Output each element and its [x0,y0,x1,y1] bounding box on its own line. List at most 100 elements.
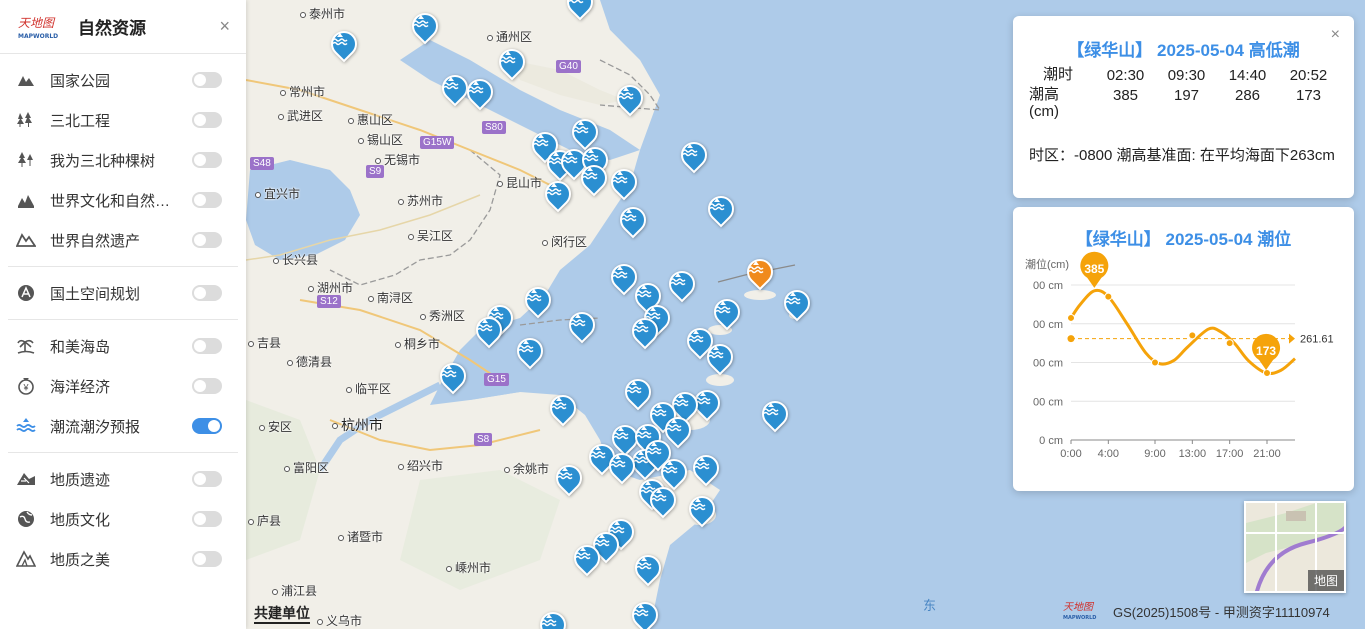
layer-item[interactable]: 地质文化 [8,499,238,539]
tide-station-marker[interactable] [470,311,508,351]
place-name: 昆山市 [506,176,543,190]
layer-toggle[interactable] [192,418,222,434]
tide-station-marker[interactable] [626,596,664,629]
tide-station-marker[interactable] [701,338,739,378]
layer-item[interactable]: 世界文化和自然… [8,180,238,220]
wave-icon [708,346,724,359]
tide-station-marker[interactable] [539,175,577,215]
tide-station-marker[interactable] [778,284,816,324]
place-dot [278,113,284,120]
layer-item[interactable]: 国家公园 [8,60,238,100]
tide-station-marker[interactable] [325,25,363,65]
tide-station-marker[interactable] [561,0,599,23]
layer-item[interactable]: 地质遗迹 [8,459,238,499]
tide-station-marker[interactable] [550,459,588,499]
tide-station-marker[interactable] [605,163,643,203]
place-label: 泰州市 [300,5,345,22]
tide-station-marker[interactable] [663,265,701,305]
layer-item[interactable]: 和美海岛 [8,326,238,366]
tide-station-marker[interactable] [461,73,499,113]
wave-icon [763,403,779,416]
place-dot [300,11,306,18]
place-name: 吴江区 [417,229,454,243]
tide-station-marker[interactable] [406,7,444,47]
layer-toggle[interactable] [192,192,222,208]
tide-station-marker[interactable] [511,332,549,372]
tide-station-marker[interactable] [544,389,582,429]
tide-station-marker[interactable] [629,549,667,589]
layer-item[interactable]: 地质之美 [8,539,238,579]
layer-toggle[interactable] [192,511,222,527]
tide-station-marker[interactable] [756,395,794,435]
layer-toggle[interactable] [192,232,222,248]
tide-station-marker[interactable] [568,539,606,579]
layer-item[interactable]: 世界自然遗产 [8,220,238,260]
place-label: 惠山区 [348,111,393,128]
place-label: 安区 [259,418,292,435]
layer-toggle[interactable] [192,285,222,301]
tide-station-marker[interactable] [603,447,641,487]
tide-station-marker[interactable] [626,312,664,352]
tide-station-marker[interactable] [644,481,682,521]
tide-station-marker[interactable] [702,190,740,230]
layer-label: 世界自然遗产 [50,232,141,250]
place-label: 庐县 [248,512,281,529]
tide-station-marker[interactable] [534,606,572,629]
layer-item[interactable]: ¥ 海洋经济 [8,366,238,406]
place-label: 昆山市 [497,174,542,191]
tide-station-marker[interactable] [683,490,721,530]
tide-station-marker[interactable] [619,373,657,413]
x-tick-label: 0:00 [1060,448,1081,460]
layer-item[interactable]: 潮流潮汐预报 [8,406,238,446]
tide-station-marker-active[interactable] [741,253,779,293]
place-label: 锡山区 [358,131,403,148]
layer-toggle[interactable] [192,551,222,567]
tide-height-header: 潮高 (cm) [1029,86,1060,120]
tide-station-marker[interactable] [605,258,643,298]
place-dot [368,295,374,302]
place-name: 南浔区 [377,291,414,305]
sidebar-close-button[interactable]: × [219,16,230,37]
layer-toggle[interactable] [192,152,222,168]
tide-station-marker[interactable] [708,293,746,333]
x-tick-label: 4:00 [1098,448,1119,460]
layer-item[interactable]: 国土空间规划 [8,273,238,313]
tide-station-marker[interactable] [436,69,474,109]
tide-panel-close-button[interactable]: × [1331,26,1340,44]
place-dot [272,588,278,595]
place-dot [259,424,265,431]
tide-station-marker[interactable] [434,357,472,397]
tide-station-marker[interactable] [493,43,531,83]
layer-toggle[interactable] [192,72,222,88]
tide-station-marker[interactable] [575,159,613,199]
place-name: 嵊州市 [455,561,492,575]
place-label: 诸暨市 [338,528,383,545]
partner-link[interactable]: 共建单位 [254,604,310,624]
layer-toggle[interactable] [192,471,222,487]
place-name: 常州市 [289,85,326,99]
tide-data-point [1188,331,1197,340]
geology-icon [16,469,36,489]
place-dot [542,239,548,246]
peak-label: 173 [1256,344,1276,358]
wave-icon [636,285,652,298]
tide-station-marker[interactable] [611,79,649,119]
svg-text:MAPWORLD: MAPWORLD [1063,615,1096,621]
layer-toggle[interactable] [192,378,222,394]
tide-station-marker[interactable] [519,281,557,321]
tide-station-marker[interactable] [563,306,601,346]
minimap-toggle[interactable]: 地图 [1244,501,1346,593]
tide-station-marker[interactable] [675,136,713,176]
place-name: 闵行区 [551,235,588,249]
tide-station-marker[interactable] [614,201,652,241]
tide-station-marker[interactable] [687,449,725,489]
wave-icon [633,604,649,617]
layer-item[interactable]: 三北工程 [8,100,238,140]
place-name: 浦江县 [281,584,318,598]
mean-arrow [1289,333,1295,344]
layer-toggle[interactable] [192,112,222,128]
layer-item[interactable]: 我为三北种棵树 [8,140,238,180]
place-name: 安区 [268,420,293,434]
place-name: 临平区 [355,382,392,396]
layer-toggle[interactable] [192,338,222,354]
